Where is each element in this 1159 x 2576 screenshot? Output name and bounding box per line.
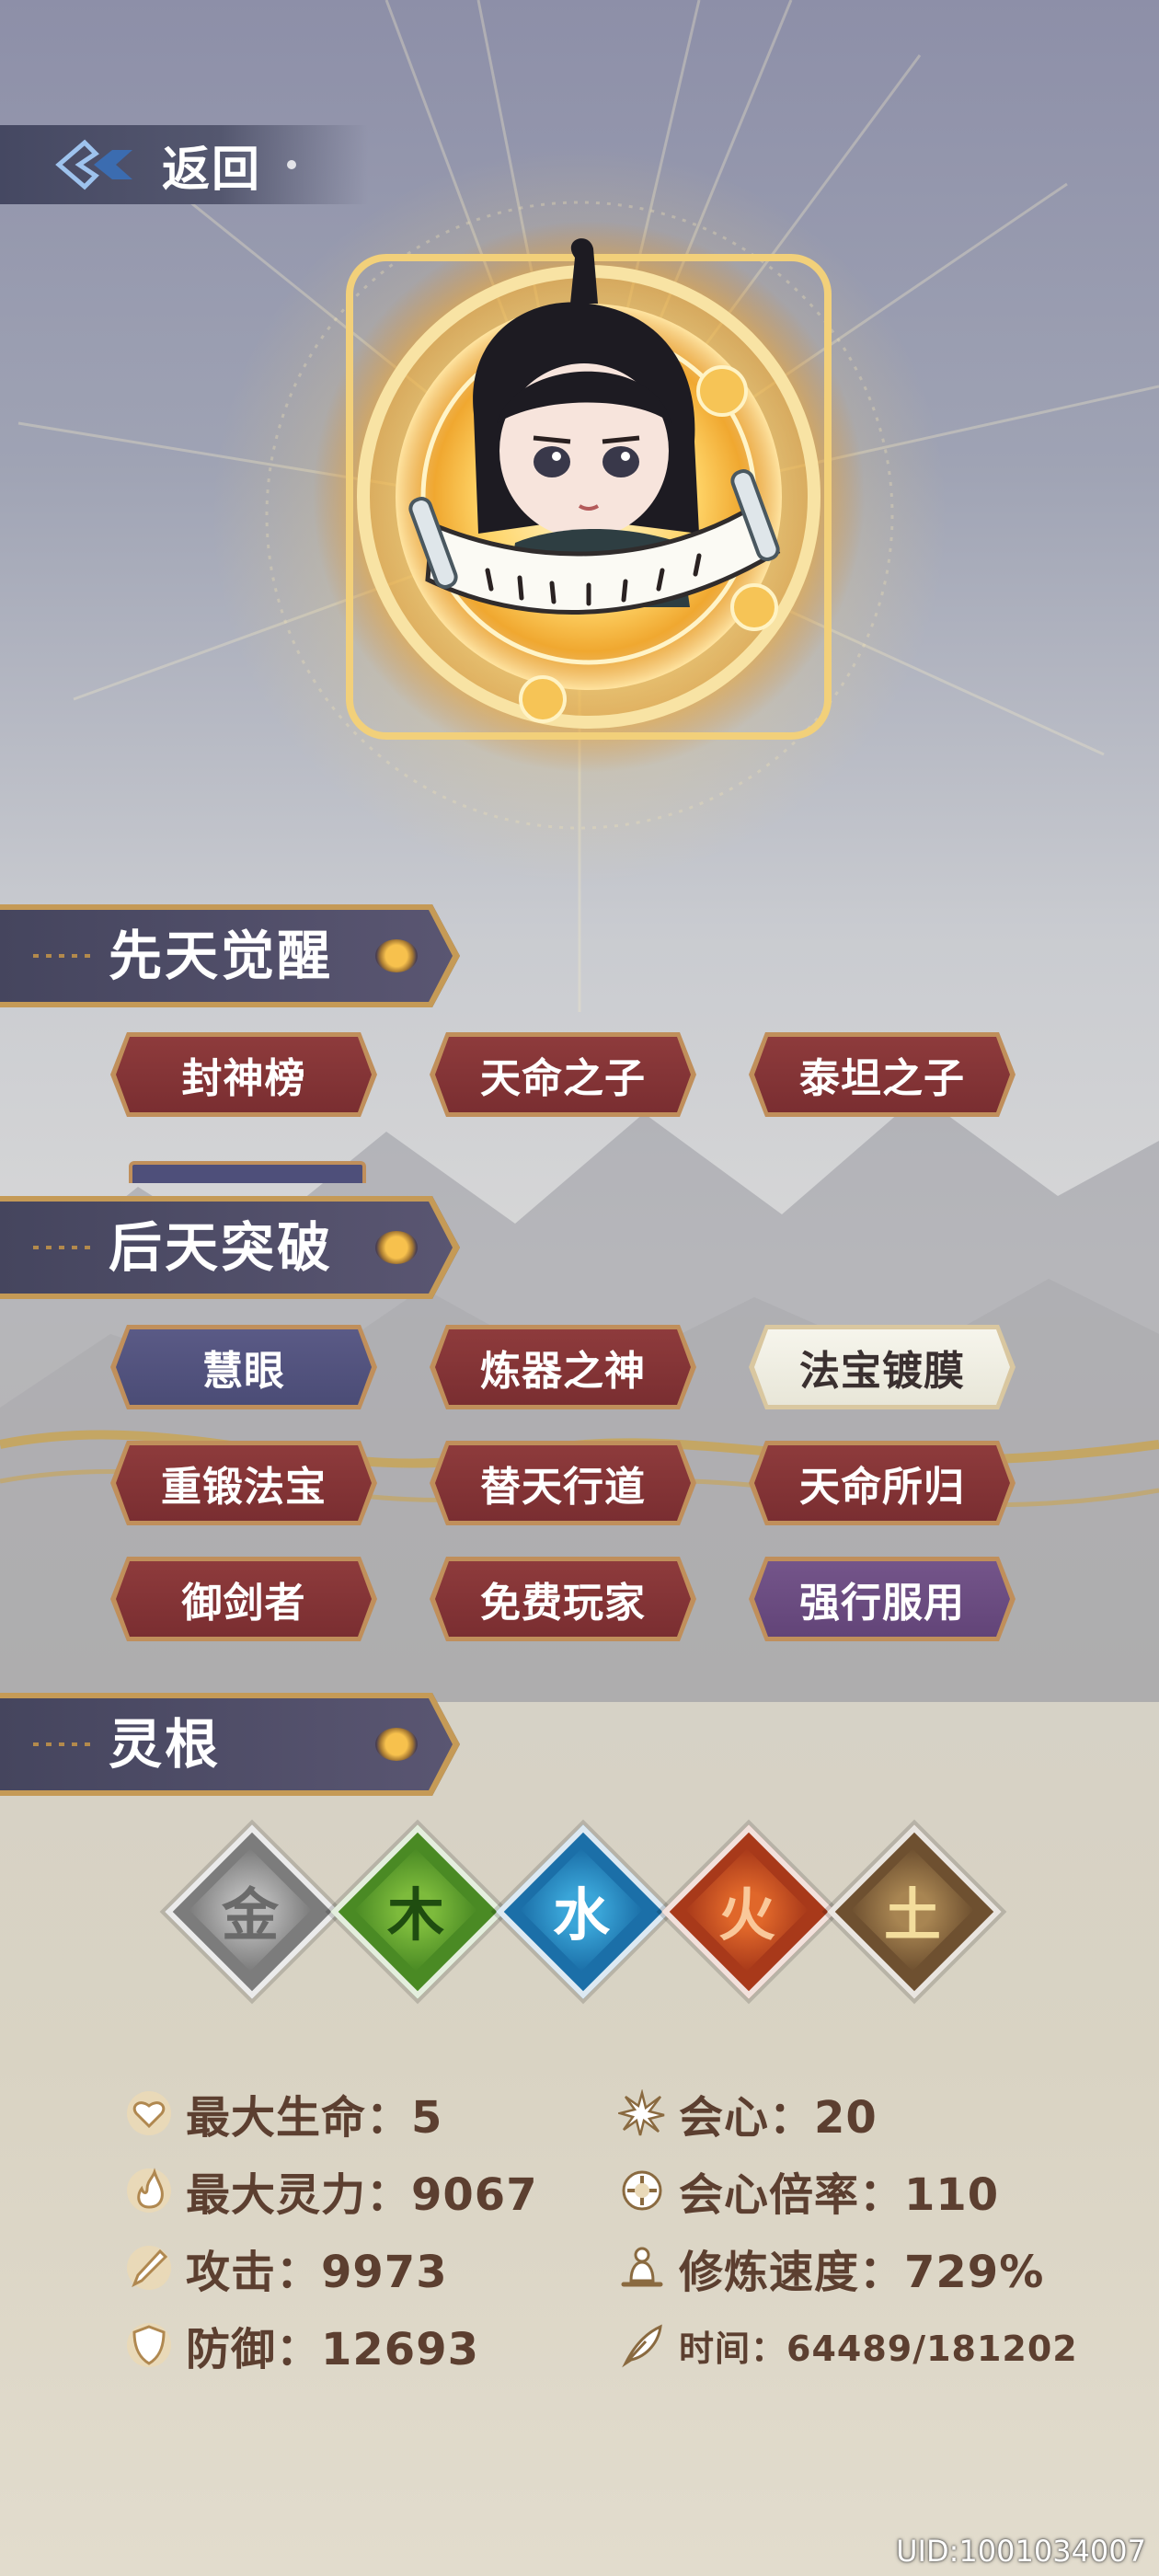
banner-dots-icon (33, 1246, 98, 1249)
innate-tag[interactable]: 封神榜 (110, 1032, 377, 1117)
acquired-tag[interactable]: 强行服用 (749, 1557, 1016, 1641)
back-dot-icon (287, 160, 297, 169)
banner-dots-icon (33, 1742, 98, 1746)
spirit-flame-icon (127, 2168, 171, 2213)
innate-tag[interactable]: 天命之子 (430, 1032, 696, 1117)
stat-max-mana: 最大灵力：9067 (125, 2158, 538, 2223)
acquired-breakthrough-title: 后天突破 (109, 1216, 334, 1279)
acquired-tag[interactable]: 御剑者 (110, 1557, 377, 1641)
innate-awakening-banner: 先天觉醒 (0, 904, 460, 1007)
stat-crit-rate: 会心倍率：110 (618, 2158, 999, 2223)
stat-max-hp: 最大生命：5 (125, 2081, 442, 2145)
uid-label: UID:1001034007 (896, 2534, 1146, 2569)
innate-tag[interactable]: 泰坦之子 (749, 1032, 1016, 1117)
acquired-tag[interactable]: 法宝镀膜 (749, 1325, 1016, 1409)
acquired-tag-label: 天命所归 (799, 1464, 965, 1511)
spirit-root-element[interactable]: 土 (827, 1824, 1002, 1999)
sword-icon (127, 2246, 171, 2290)
stat-time: 时间：64489/181202 (618, 2313, 1078, 2377)
back-button[interactable]: 返回 (0, 125, 368, 204)
element-char: 水 (552, 1881, 610, 1949)
spirit-root-element[interactable]: 火 (661, 1824, 836, 1999)
burst-icon (618, 2089, 665, 2136)
stat-crit: 会心：20 (618, 2081, 878, 2145)
banner-gem-icon (375, 1231, 418, 1264)
acquired-tag[interactable]: 慧眼 (110, 1325, 377, 1409)
acquired-tag-label: 替天行道 (480, 1464, 646, 1511)
stat-defense: 防御：12693 (125, 2313, 479, 2377)
back-arrow-icon (55, 139, 132, 190)
heart-icon (127, 2091, 171, 2135)
acquired-tag-label: 重锻法宝 (161, 1464, 327, 1511)
acquired-breakthrough-banner: 后天突破 (0, 1196, 460, 1299)
meditation-icon (621, 2247, 663, 2287)
banner-dots-icon (33, 954, 98, 958)
spirit-root-element[interactable]: 木 (330, 1824, 505, 1999)
acquired-tag[interactable]: 免费玩家 (430, 1557, 696, 1641)
back-label: 返回 (162, 142, 262, 198)
acquired-tag[interactable]: 炼器之神 (430, 1325, 696, 1409)
stat-max-mana-text: 最大灵力：9067 (186, 2169, 538, 2221)
acquired-tag-label: 法宝镀膜 (799, 1348, 965, 1395)
stat-crit-text: 会心：20 (679, 2092, 878, 2144)
stat-attack: 攻击：9973 (125, 2236, 448, 2300)
shield-icon (127, 2323, 171, 2367)
innate-tag-label: 天命之子 (480, 1055, 646, 1102)
spirit-root-title: 灵根 (109, 1713, 222, 1776)
acquired-tag-label: 炼器之神 (480, 1348, 646, 1395)
innate-awakening-title: 先天觉醒 (109, 925, 334, 987)
banner-gem-icon (375, 1728, 418, 1761)
innate-tag-label: 泰坦之子 (799, 1055, 965, 1102)
acquired-tag-label: 强行服用 (799, 1580, 965, 1627)
stat-attack-text: 攻击：9973 (186, 2247, 448, 2298)
element-char: 土 (883, 1881, 941, 1949)
spirit-root-banner: 灵根 (0, 1693, 460, 1796)
crit-rate-icon (622, 2170, 662, 2211)
stat-max-hp-text: 最大生命：5 (186, 2092, 443, 2144)
stat-crit-rate-text: 会心倍率：110 (679, 2169, 1000, 2221)
feather-icon (622, 2324, 662, 2368)
element-char: 金 (221, 1881, 279, 1949)
acquired-tag-label: 御剑者 (181, 1580, 306, 1627)
banner-gem-icon (375, 939, 418, 972)
spirit-root-element[interactable]: 水 (496, 1824, 671, 1999)
acquired-tag[interactable]: 替天行道 (430, 1441, 696, 1525)
acquired-tag-label: 免费玩家 (480, 1580, 646, 1627)
acquired-tag[interactable]: 天命所归 (749, 1441, 1016, 1525)
hidden-tag-edge (129, 1161, 366, 1183)
acquired-tag-label: 慧眼 (202, 1348, 285, 1395)
stat-cultivation-text: 修炼速度：729% (679, 2247, 1045, 2298)
spirit-root-element[interactable]: 金 (165, 1824, 339, 1999)
acquired-tag[interactable]: 重锻法宝 (110, 1441, 377, 1525)
stat-defense-text: 防御：12693 (186, 2324, 479, 2375)
element-char: 木 (386, 1881, 444, 1949)
stat-cultivation: 修炼速度：729% (618, 2236, 1044, 2300)
innate-tag-label: 封神榜 (181, 1055, 306, 1102)
character-portrait[interactable] (267, 221, 911, 773)
element-char: 火 (717, 1881, 775, 1949)
stat-time-text: 时间：64489/181202 (679, 2328, 1078, 2369)
